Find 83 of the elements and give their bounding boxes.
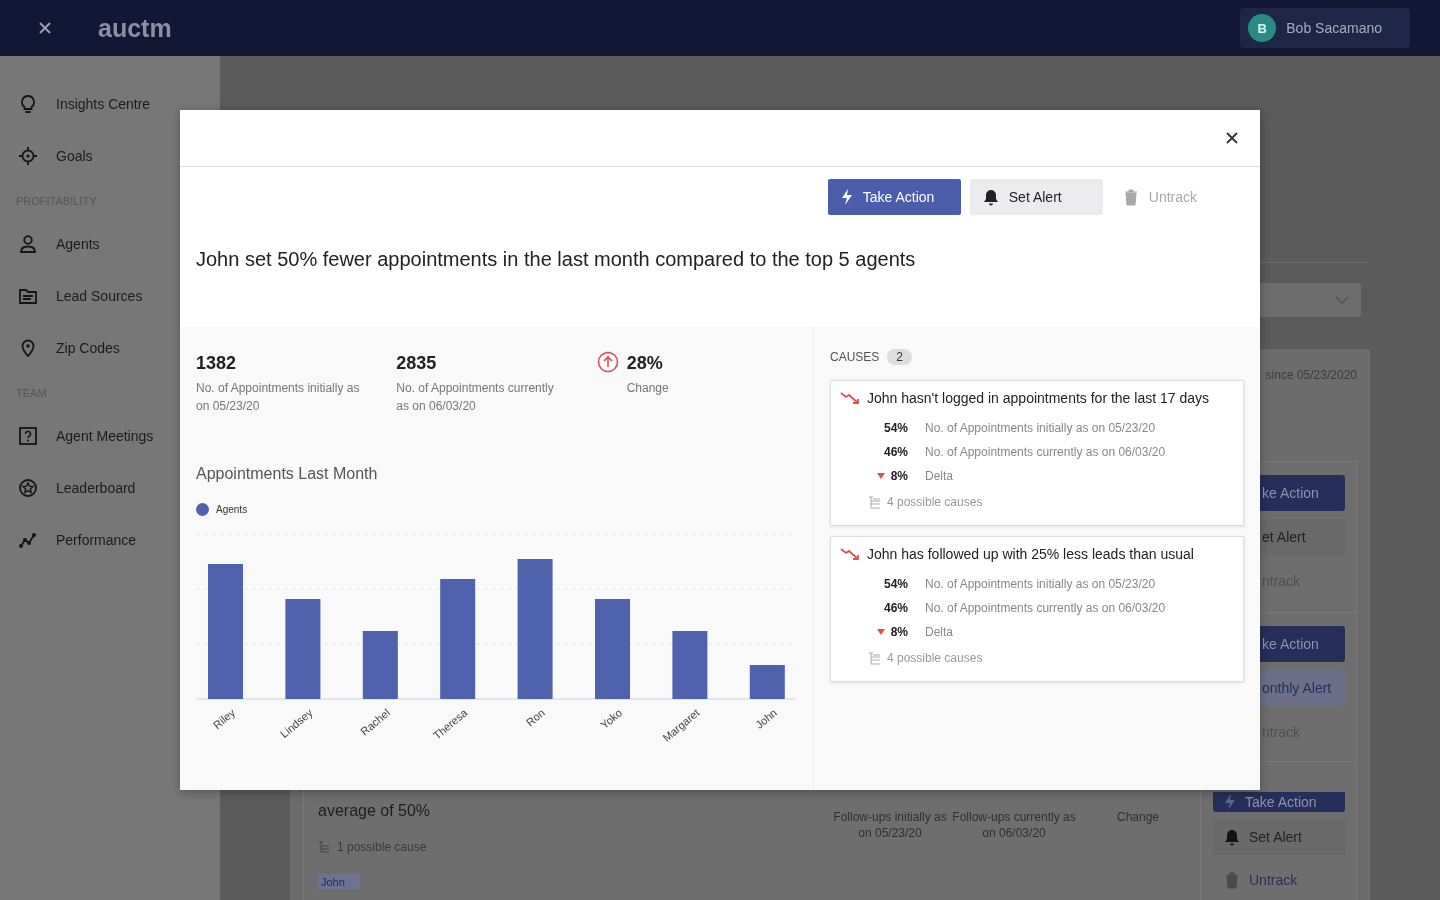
axis-label: Yoko <box>598 706 625 731</box>
take-action-button[interactable]: ke Action <box>1260 626 1345 662</box>
section-heading: CAUSES <box>830 350 880 364</box>
close-icon <box>1225 131 1239 145</box>
nav-item[interactable]: Zip Codes <box>18 322 120 374</box>
trash-icon <box>1223 871 1241 889</box>
metric-label: Delta <box>925 468 954 485</box>
take-action-button[interactable]: Take Action <box>827 179 961 215</box>
nav-item[interactable]: Agents <box>18 218 100 270</box>
set-alert-button[interactable]: Set Alert <box>1213 819 1345 855</box>
close-icon[interactable] <box>38 21 52 35</box>
stat-label: Follow-ups currently as on 06/03/20 <box>952 809 1076 842</box>
line-graph-icon <box>18 530 38 550</box>
lightning-icon <box>1223 793 1237 811</box>
stat-label: Change <box>626 380 670 397</box>
chart-bar <box>672 631 708 699</box>
hierarchy-icon <box>318 841 330 853</box>
user-avatar: B <box>1248 14 1277 42</box>
cause-card[interactable]: John has followed up with 25% less leads than usual 54% No. of Appointments initially as on 05/23/20 46% No. of Appointments currently as on 06/03/20 8% Delta 4 possible causes <box>830 536 1244 682</box>
nav-item[interactable]: Agent Meetings <box>18 410 154 462</box>
metric-label: Delta <box>925 624 954 641</box>
stat-label: Change <box>1115 809 1160 826</box>
chevron-down-icon <box>1335 296 1349 304</box>
metric-value: 54% <box>883 420 908 437</box>
nav-item[interactable]: Lead Sources <box>18 270 143 322</box>
trend-down-icon <box>840 546 860 562</box>
metric-value: 46% <box>883 600 908 617</box>
hierarchy-icon <box>868 495 881 509</box>
alert-button[interactable]: onthly Alert <box>1260 670 1345 706</box>
stat-label: No. of Appointments currently as on 06/03/20 <box>396 380 555 415</box>
legend-dot-icon <box>196 503 209 516</box>
metric-value: 54% <box>883 576 908 593</box>
chart-bar <box>362 631 398 699</box>
agent-tag: John <box>318 874 360 890</box>
user-menu[interactable]: B Bob Sacamano <box>1240 8 1410 48</box>
nav-item[interactable]: Leaderboard <box>18 462 136 514</box>
chart-title: Appointments Last Month <box>196 464 379 484</box>
insight-headline: John set 50% fewer appointments in the last month compared to the top 5 agents <box>196 247 917 271</box>
question-icon <box>18 426 38 446</box>
count-badge: 2 <box>887 349 913 365</box>
cause-title: John hasn't logged in appointments for the last 17 days <box>867 390 1209 406</box>
stat-value: 28% <box>626 352 664 375</box>
chart-bar <box>749 665 785 699</box>
metric-label: No. of Appointments initially as on 05/23/20 <box>925 420 1157 437</box>
app-logo: auctm <box>98 13 172 43</box>
arrow-up-circle-icon <box>596 351 619 373</box>
hierarchy-icon <box>868 651 881 665</box>
metric-value: 46% <box>883 444 908 461</box>
nav-item[interactable]: Goals <box>18 130 93 182</box>
metric-label: No. of Appointments initially as on 05/23/20 <box>925 576 1157 593</box>
folder-icon <box>18 286 38 306</box>
trend-down-icon <box>840 390 860 406</box>
triangle-down-icon <box>876 473 885 479</box>
close-button[interactable] <box>1225 131 1239 145</box>
insight-text: average of 50% <box>318 801 432 821</box>
untrack-button[interactable]: Untrack <box>1213 862 1345 898</box>
stat-value: 1382 <box>196 352 238 375</box>
stat-label: No. of Appointments initially as on 05/23/20 <box>196 380 361 415</box>
bell-icon <box>981 188 1000 206</box>
metric-label: No. of Appointments currently as on 06/03/20 <box>925 444 1167 461</box>
set-alert-button[interactable]: Set Alert <box>969 179 1103 215</box>
triangle-down-icon <box>876 629 885 635</box>
axis-label: Ron <box>523 706 547 729</box>
cause-title: John has followed up with 25% less leads than usual <box>867 546 1194 562</box>
legend-label: Agents <box>216 504 248 515</box>
cause-card[interactable]: John hasn't logged in appointments for the last 17 days 54% No. of Appointments initially as on 05/23/20 46% No. of Appointments currently as on 06/03/20 8% Delta 4 possible causes <box>830 380 1244 526</box>
person-icon <box>18 234 38 254</box>
metric-label: No. of Appointments currently as on 06/03/20 <box>925 600 1167 617</box>
nav-item[interactable]: Insights Centre <box>18 78 151 130</box>
cause-note: 4 possible causes <box>887 651 983 665</box>
take-action-button[interactable]: Take Action <box>1213 792 1345 812</box>
set-alert-button[interactable]: et Alert <box>1260 519 1345 555</box>
take-action-button[interactable]: ke Action <box>1260 475 1345 511</box>
stat-value: 2835 <box>396 352 438 375</box>
cause-note: 4 possible causes <box>887 495 983 509</box>
lightbulb-icon <box>18 94 38 114</box>
nav-item[interactable]: Performance <box>18 514 137 566</box>
stat-label: Follow-ups initially as on 05/23/20 <box>832 809 948 842</box>
lightning-icon <box>839 188 854 206</box>
bell-icon <box>1223 828 1241 846</box>
metric-value: 8% <box>890 468 908 485</box>
crosshair-icon <box>18 146 38 166</box>
metric-value: 8% <box>890 624 908 641</box>
